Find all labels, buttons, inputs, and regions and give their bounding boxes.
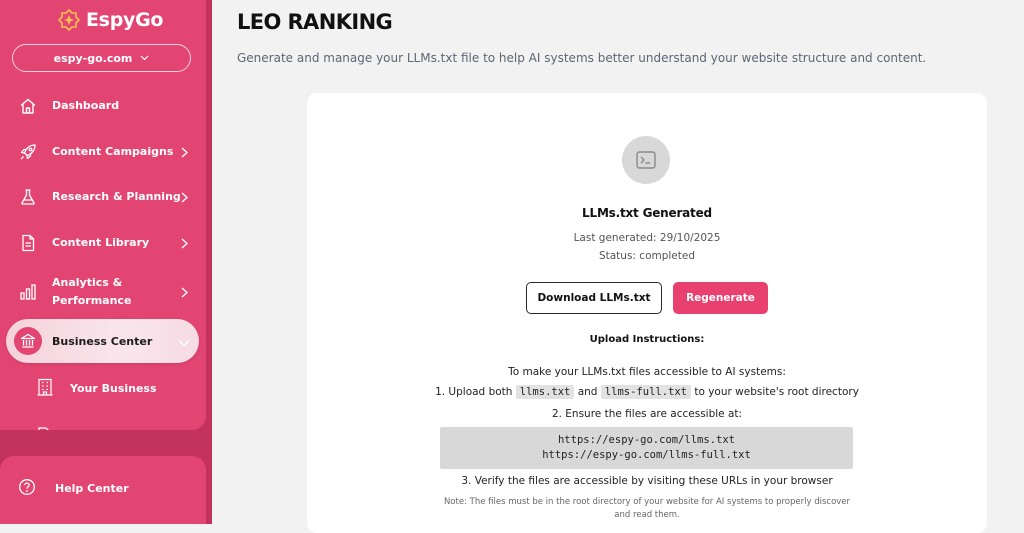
domain-selector-value: espy-go.com <box>53 51 133 65</box>
step1-prefix: 1. Upload both <box>435 386 513 398</box>
sidebar-item-research-planning[interactable]: Research & Planning <box>0 177 206 217</box>
download-llms-button[interactable]: Download LLMs.txt <box>526 282 662 314</box>
terminal-icon <box>622 136 670 184</box>
chevron-down-icon <box>140 55 149 61</box>
step1-suffix: to your website's root directory <box>694 386 859 398</box>
chevron-right-icon <box>178 286 190 298</box>
regenerate-button[interactable]: Regenerate <box>673 282 768 314</box>
sidebar-item-analytics-performance[interactable]: Analytics & Performance <box>0 272 206 312</box>
logo-icon <box>58 9 80 31</box>
building-icon <box>37 378 53 399</box>
chevron-down-icon <box>178 332 190 351</box>
sidebar: EspyGo espy-go.com Dashboard Content Cam… <box>0 0 212 524</box>
page-title: LEO RANKING <box>237 10 393 34</box>
note-line-2: and read them. <box>614 510 680 520</box>
instruction-step-1: 1. Upload both llms.txt and llms-full.tx… <box>307 385 987 399</box>
instructions-intro: To make your LLMs.txt files accessible t… <box>508 366 786 378</box>
sidebar-item-content-campaigns[interactable]: Content Campaigns <box>0 132 206 172</box>
sidebar-item-dashboard[interactable]: Dashboard <box>0 86 206 126</box>
urls-code-block: https://espy-go.com/llms.txt https://esp… <box>440 427 853 469</box>
instruction-step-3: 3. Verify the files are accessible by vi… <box>461 475 833 487</box>
bank-icon <box>14 327 42 355</box>
chevron-right-icon <box>178 191 190 203</box>
url-llms-txt: https://espy-go.com/llms.txt <box>557 434 735 446</box>
help-panel: Help Center <box>0 456 206 524</box>
domain-selector[interactable]: espy-go.com <box>12 44 191 72</box>
instruction-step-2: 2. Ensure the files are accessible at: <box>551 408 743 420</box>
sidebar-item-business-center[interactable]: Business Center <box>6 319 199 363</box>
note-line-1: Note: The files must be in the root dire… <box>443 497 851 507</box>
sidebar-item-content-library[interactable]: Content Library <box>0 223 206 263</box>
bar-chart-icon <box>18 282 38 302</box>
llms-txt-code: llms.txt <box>515 385 575 399</box>
step1-and: and <box>577 386 598 398</box>
last-generated-text: Last generated: 29/10/2025 <box>573 232 721 244</box>
chevron-right-icon <box>178 237 190 249</box>
app-name: EspyGo <box>86 9 164 31</box>
sidebar-subitem-label: Your Business <box>70 381 157 395</box>
sidebar-nav-panel: EspyGo espy-go.com Dashboard Content Cam… <box>0 0 206 430</box>
help-center-label: Help Center <box>55 481 129 495</box>
home-icon <box>18 96 38 116</box>
document-icon <box>18 233 38 253</box>
sidebar-item-label: Content Library <box>52 236 150 249</box>
app-logo[interactable]: EspyGo <box>58 8 163 32</box>
status-text: Status: completed <box>598 250 696 262</box>
help-icon <box>18 478 36 499</box>
generated-title: LLMs.txt Generated <box>582 206 712 220</box>
sidebar-item-label: Content Campaigns <box>52 145 174 158</box>
llms-full-txt-code: llms-full.txt <box>600 385 691 399</box>
document-icon <box>38 422 52 430</box>
sidebar-item-label: Business Center <box>52 334 153 348</box>
chevron-right-icon <box>178 146 190 158</box>
help-center-link[interactable]: Help Center <box>0 476 206 500</box>
sidebar-item-label-line1: Analytics & <box>52 276 123 289</box>
root-directory-note: Note: The files must be in the root dire… <box>307 496 987 522</box>
sidebar-item-label-line2: Performance <box>52 294 132 307</box>
rocket-icon <box>18 142 38 162</box>
sidebar-item-label: Dashboard <box>52 99 120 112</box>
page-description: Generate and manage your LLMs.txt file t… <box>237 51 927 65</box>
url-llms-full-txt: https://espy-go.com/llms-full.txt <box>542 449 751 461</box>
sidebar-item-label: Analytics & Performance <box>52 274 131 310</box>
sidebar-item-label: Research & Planning <box>52 190 181 203</box>
flask-icon <box>18 187 38 207</box>
sidebar-subitem-your-business[interactable]: Your Business <box>0 376 206 400</box>
llms-card: LLMs.txt Generated Last generated: 29/10… <box>307 93 987 533</box>
upload-instructions-title: Upload Instructions: <box>589 334 705 345</box>
